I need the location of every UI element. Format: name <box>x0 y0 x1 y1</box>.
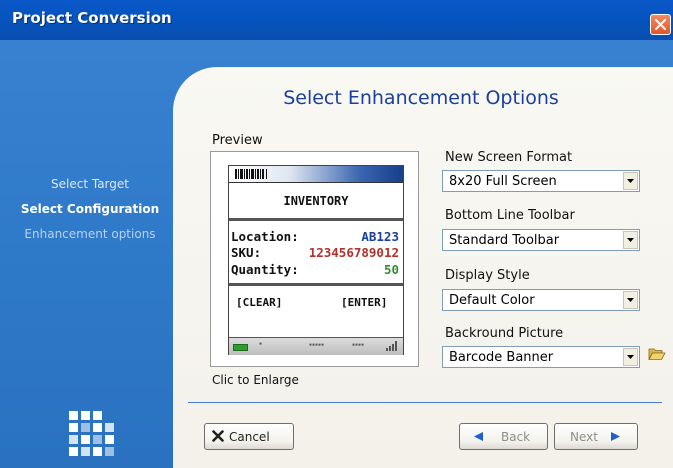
background-picture-value: Barcode Banner <box>449 350 554 365</box>
next-button-label: Next <box>570 430 598 444</box>
wizard-window: Project Conversion Select Target Select … <box>0 0 673 468</box>
display-style-label: Display Style <box>445 268 530 283</box>
barcode-icon <box>235 169 267 179</box>
screen-format-label: New Screen Format <box>445 150 573 165</box>
device-row-sku: SKU: 123456789012 <box>231 245 401 261</box>
arrow-left-icon <box>474 432 483 441</box>
device-row-quantity: Quantity: 50 <box>231 262 401 278</box>
footer-divider <box>188 402 662 403</box>
background-picture-select[interactable]: Barcode Banner <box>442 346 640 368</box>
display-style-value: Default Color <box>449 293 535 308</box>
device-status-bar: ▪ ▪▪▪▪▪ ▪▪▪▪ <box>229 337 403 355</box>
battery-icon <box>233 344 248 351</box>
display-style-select[interactable]: Default Color <box>442 289 640 311</box>
device-row-location: Location: AB123 <box>231 229 401 245</box>
screen-format-value: 8x20 Full Screen <box>449 174 557 189</box>
step-enhancement-options: Enhancement options <box>24 227 156 241</box>
title-bar[interactable]: Project Conversion <box>0 0 673 40</box>
status-indicator-icon: ▪ <box>259 341 264 347</box>
bottom-toolbar-label: Bottom Line Toolbar <box>445 208 575 223</box>
screen-format-select[interactable]: 8x20 Full Screen <box>442 170 640 192</box>
content-panel: Select Enhancement Options Preview INVEN… <box>173 67 673 468</box>
grid-logo-icon <box>69 411 114 456</box>
device-screen-title: INVENTORY <box>283 194 349 208</box>
chevron-down-icon <box>627 355 634 359</box>
preview-thumbnail[interactable]: INVENTORY Location: AB123 SKU: 123456789… <box>210 151 419 367</box>
cancel-button[interactable]: Cancel <box>204 423 294 450</box>
back-button[interactable]: Back <box>459 423 548 450</box>
close-button[interactable] <box>650 14 671 35</box>
folder-open-icon[interactable] <box>648 346 666 362</box>
dropdown-button[interactable] <box>623 231 638 249</box>
device-row-key: Quantity: <box>231 262 299 277</box>
device-clear-key: [CLEAR] <box>236 296 283 309</box>
signal-icon <box>386 341 397 351</box>
page-title: Select Enhancement Options <box>283 87 559 109</box>
enlarge-hint: Clic to Enlarge <box>212 373 299 387</box>
status-indicator-icon: ▪▪▪▪▪ <box>309 342 325 348</box>
wizard-steps: Select Target Select Configuration Enhan… <box>0 172 180 247</box>
device-divider <box>229 218 403 221</box>
dropdown-button[interactable] <box>623 291 638 309</box>
device-row-value: 123456789012 <box>308 245 399 260</box>
bottom-toolbar-value: Standard Toolbar <box>449 233 560 248</box>
dropdown-button[interactable] <box>623 172 638 190</box>
step-select-target: Select Target <box>51 177 129 191</box>
device-row-key: SKU: <box>231 245 262 260</box>
background-picture-label: Backround Picture <box>445 326 564 341</box>
chevron-down-icon <box>627 238 634 242</box>
chevron-down-icon <box>627 179 634 183</box>
device-screen-preview: INVENTORY Location: AB123 SKU: 123456789… <box>228 165 404 355</box>
preview-label: Preview <box>212 133 263 148</box>
next-button[interactable]: Next <box>554 423 638 450</box>
device-row-value: 50 <box>383 262 399 277</box>
status-indicator-icon: ▪▪▪▪ <box>352 342 365 348</box>
dropdown-button[interactable] <box>623 348 638 366</box>
bottom-toolbar-select[interactable]: Standard Toolbar <box>442 229 640 251</box>
device-divider <box>229 283 403 286</box>
close-icon <box>655 19 666 30</box>
arrow-right-icon <box>611 432 620 441</box>
x-icon <box>212 430 224 442</box>
back-button-label: Back <box>501 430 531 444</box>
cancel-button-label: Cancel <box>229 430 270 444</box>
device-enter-key: [ENTER] <box>341 296 388 309</box>
chevron-down-icon <box>627 298 634 302</box>
device-row-key: Location: <box>231 229 299 244</box>
window-title: Project Conversion <box>12 9 172 27</box>
device-row-value: AB123 <box>361 229 399 244</box>
device-banner <box>229 166 403 183</box>
step-select-configuration: Select Configuration <box>20 202 160 216</box>
